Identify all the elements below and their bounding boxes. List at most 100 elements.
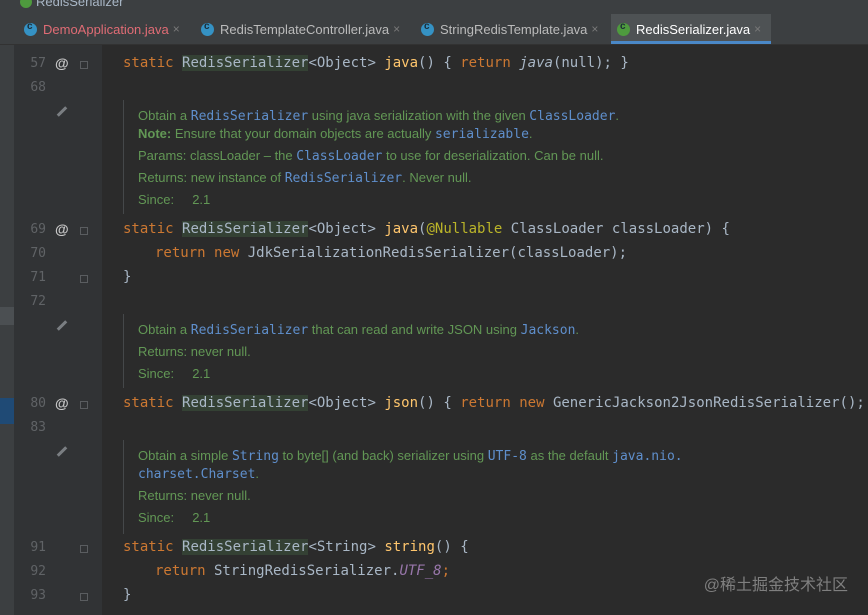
method-name: string bbox=[384, 539, 435, 555]
keyword: new bbox=[214, 245, 240, 261]
line-number: 71 bbox=[30, 270, 46, 285]
static-constant: UTF_8 bbox=[399, 563, 442, 579]
code-line-return-string[interactable]: return StringRedisSerializer.UTF_8; bbox=[155, 563, 450, 579]
fold-icon[interactable] bbox=[80, 61, 88, 69]
code-line-string[interactable]: static RedisSerializer<String> string() … bbox=[123, 539, 469, 555]
fold-icon[interactable] bbox=[80, 545, 88, 553]
code-fragment: () { bbox=[434, 539, 469, 555]
interface-icon bbox=[617, 21, 630, 36]
implemented-method-icon[interactable]: @ bbox=[55, 395, 69, 411]
interface-icon bbox=[20, 0, 32, 8]
code-fragment: ; bbox=[441, 563, 451, 579]
tab-redis-serializer[interactable]: RedisSerializer.java × bbox=[611, 14, 771, 44]
tab-label: RedisTemplateController.java bbox=[220, 21, 390, 37]
code-fragment: () { bbox=[418, 55, 461, 71]
fold-icon[interactable] bbox=[80, 227, 88, 235]
doc-link[interactable]: ClassLoader bbox=[296, 149, 382, 164]
close-icon[interactable]: × bbox=[173, 22, 180, 36]
doc-returns: Returns: never null. bbox=[138, 488, 251, 503]
tool-window-marker[interactable] bbox=[0, 307, 14, 325]
code-line-java-loader[interactable]: static RedisSerializer<Object> java(@Nul… bbox=[123, 221, 730, 237]
keyword: return bbox=[460, 395, 511, 411]
doc-link[interactable]: RedisSerializer bbox=[191, 109, 308, 124]
doc-note: Note: Ensure that your domain objects ar… bbox=[138, 126, 533, 142]
doc-params: Params: classLoader – the ClassLoader to… bbox=[138, 148, 604, 164]
method-name: java bbox=[384, 221, 419, 237]
spring-app-class-icon bbox=[24, 21, 37, 36]
line-number: 91 bbox=[30, 540, 46, 555]
doc-summary: Obtain a simple String to byte[] (and ba… bbox=[138, 448, 683, 464]
type-name: RedisSerializer bbox=[182, 395, 309, 411]
tab-string-redis-template[interactable]: StringRedisTemplate.java × bbox=[421, 14, 607, 44]
doc-link[interactable]: RedisSerializer bbox=[191, 323, 308, 338]
fold-icon[interactable] bbox=[80, 401, 88, 409]
doc-since: Since: 2.1 bbox=[138, 366, 211, 381]
close-icon[interactable]: × bbox=[754, 22, 761, 36]
javadoc-java-loader: Obtain a RedisSerializer using java seri… bbox=[123, 100, 619, 214]
doc-returns: Returns: never null. bbox=[138, 344, 251, 359]
line-number: 72 bbox=[30, 294, 46, 309]
doc-summary-cont: charset.Charset. bbox=[138, 466, 260, 482]
code-fragment: StringRedisSerializer. bbox=[205, 563, 400, 579]
keyword: static bbox=[123, 539, 174, 555]
doc-summary: Obtain a RedisSerializer using java seri… bbox=[138, 108, 620, 124]
code-line-close-brace[interactable]: } bbox=[123, 269, 131, 285]
javadoc-string: Obtain a simple String to byte[] (and ba… bbox=[123, 440, 683, 534]
generic-type: <Object> bbox=[308, 395, 376, 411]
keyword: return bbox=[155, 563, 206, 579]
project-tool-strip bbox=[0, 45, 14, 615]
doc-link[interactable]: ClassLoader bbox=[529, 109, 615, 124]
tab-label: DemoApplication.java bbox=[43, 21, 169, 37]
type-name: RedisSerializer bbox=[182, 221, 309, 237]
method-name: java bbox=[384, 55, 419, 71]
doc-link[interactable]: java.nio. bbox=[612, 449, 682, 464]
code-line-return-jdk[interactable]: return new JdkSerializationRedisSerializ… bbox=[155, 245, 627, 261]
type-name: RedisSerializer bbox=[182, 539, 309, 555]
doc-link[interactable]: charset.Charset bbox=[138, 467, 255, 482]
code-line-close-brace[interactable]: } bbox=[123, 587, 131, 603]
title-bar: RedisSerializer bbox=[0, 0, 868, 14]
close-icon[interactable]: × bbox=[393, 22, 400, 36]
method-name: json bbox=[384, 395, 419, 411]
class-icon bbox=[201, 21, 214, 36]
keyword: new bbox=[519, 395, 545, 411]
doc-link[interactable]: Jackson bbox=[521, 323, 576, 338]
generic-type: <Object> bbox=[308, 221, 376, 237]
type-name: RedisSerializer bbox=[182, 55, 309, 71]
doc-link[interactable]: RedisSerializer bbox=[285, 171, 402, 186]
class-icon bbox=[421, 21, 434, 36]
doc-link[interactable]: String bbox=[232, 449, 279, 464]
code-fragment: JdkSerializationRedisSerializer(classLoa… bbox=[239, 245, 628, 261]
annotation: @Nullable bbox=[426, 221, 503, 237]
line-number: 68 bbox=[30, 80, 46, 95]
keyword: static bbox=[123, 55, 174, 71]
tab-redis-template-controller[interactable]: RedisTemplateController.java × bbox=[201, 14, 417, 44]
doc-link[interactable]: serializable bbox=[435, 127, 529, 142]
close-icon[interactable]: × bbox=[591, 22, 598, 36]
code-line-json[interactable]: static RedisSerializer<Object> json() { … bbox=[123, 395, 868, 411]
implemented-method-icon[interactable]: @ bbox=[55, 221, 69, 237]
code-fragment: () { bbox=[418, 395, 461, 411]
keyword: return bbox=[460, 55, 511, 71]
code-fragment: (null); } bbox=[552, 55, 629, 71]
keyword: static bbox=[123, 221, 174, 237]
code-fragment: GenericJackson2JsonRedisSerializer(); } bbox=[544, 395, 868, 411]
line-number: 92 bbox=[30, 564, 46, 579]
tool-window-marker-selected[interactable] bbox=[0, 398, 14, 424]
line-number: 70 bbox=[30, 246, 46, 261]
line-number: 69 bbox=[30, 222, 46, 237]
tab-demo-application[interactable]: DemoApplication.java × bbox=[24, 14, 199, 44]
doc-since: Since: 2.1 bbox=[138, 510, 211, 525]
doc-link[interactable]: UTF-8 bbox=[488, 449, 527, 464]
line-number: 93 bbox=[30, 588, 46, 603]
method-call: java bbox=[519, 55, 553, 71]
implemented-method-icon[interactable]: @ bbox=[55, 55, 69, 71]
tab-label: StringRedisTemplate.java bbox=[440, 21, 588, 37]
line-number: 57 bbox=[30, 56, 46, 71]
doc-summary: Obtain a RedisSerializer that can read a… bbox=[138, 322, 580, 338]
fold-icon[interactable] bbox=[80, 275, 88, 283]
code-line-java-default[interactable]: static RedisSerializer<Object> java() { … bbox=[123, 55, 629, 71]
fold-icon[interactable] bbox=[80, 593, 88, 601]
doc-since: Since: 2.1 bbox=[138, 192, 211, 207]
keyword: static bbox=[123, 395, 174, 411]
